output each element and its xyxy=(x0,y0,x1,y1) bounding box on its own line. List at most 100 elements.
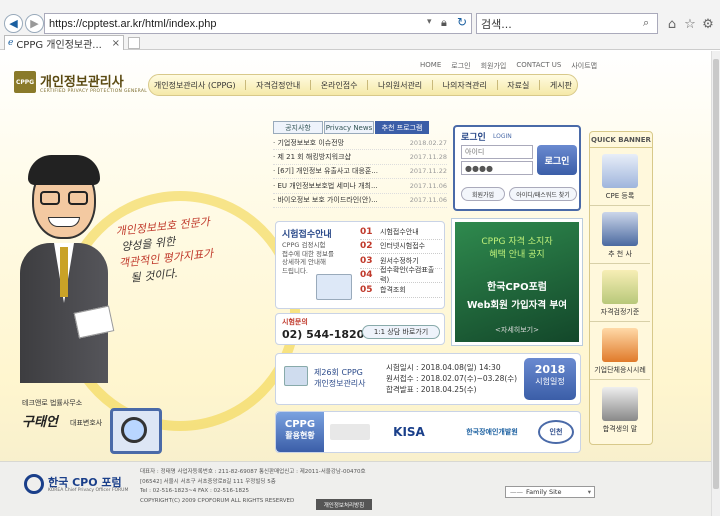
mascot-name: 구태언 xyxy=(22,415,58,430)
gnb-my-qualification[interactable]: 나의자격관리 xyxy=(443,80,487,91)
browser-chrome: ◀ ▶ https://cpptest.ar.kr/html/index.php… xyxy=(0,0,720,51)
quick-cpe-register[interactable]: CPE 등록 xyxy=(590,148,650,206)
partner-logo-disabled-dev[interactable]: 한국장애인개발원 xyxy=(454,423,530,441)
badge-year: 2018 xyxy=(534,363,566,376)
scrollbar-thumb[interactable] xyxy=(713,59,719,489)
badge-text: 시험일정 xyxy=(535,377,565,386)
forward-button[interactable]: ▶ xyxy=(25,14,44,33)
tab-title: CPPG 개인정보관... xyxy=(16,39,102,51)
gnb-divider xyxy=(245,80,247,90)
speaker-person-icon xyxy=(602,212,638,246)
quick-banner: QUICK BANNER CPE 등록 추 천 사 자격검정기준 기업단체응시시… xyxy=(589,131,653,445)
mascot-illustration xyxy=(18,155,115,384)
partner-logo-1[interactable] xyxy=(330,424,370,440)
dash-prefix: —— xyxy=(510,488,523,496)
top-link-contact[interactable]: CONTACT US xyxy=(516,61,561,71)
exam-guide-panel: 시험접수안내 CPPG 검정시험 접수에 대한 정보를 상세하게 안내해 드립니… xyxy=(275,221,445,309)
promo-line-2: 혜택 안내 공지 xyxy=(489,250,545,260)
address-bar[interactable]: https://cpptest.ar.kr/html/index.php ▾ 🔒… xyxy=(44,13,472,34)
browser-search-input[interactable]: 검색... ⌕ xyxy=(476,13,658,34)
gnb-divider xyxy=(539,80,541,90)
list-item[interactable]: 02 인터넷시험접수 xyxy=(360,240,442,254)
inquiry-label: 시험문의 xyxy=(282,318,308,326)
gnb-resources[interactable]: 자료실 xyxy=(507,80,529,91)
join-button[interactable]: 회원가입 xyxy=(461,187,505,201)
top-link-sitemap[interactable]: 사이트맵 xyxy=(571,61,597,71)
quick-recommendation[interactable]: 추 천 사 xyxy=(590,206,650,264)
partner-logo-kisa[interactable]: KISA xyxy=(374,423,444,441)
top-link-login[interactable]: 로그인 xyxy=(451,61,470,71)
list-item[interactable]: · 제 21 회 해킹방지워크샵 2017.11.28 xyxy=(273,150,447,165)
tab-recommended[interactable]: 추천 프로그램 xyxy=(375,121,429,134)
list-item[interactable]: 04 접수확인(수검표출력) xyxy=(360,266,442,284)
list-item[interactable]: · EU 개인정보보호법 세미나 개최... 2017.11.06 xyxy=(273,179,447,194)
url-text: https://cpptest.ar.kr/html/index.php xyxy=(49,17,217,30)
lock-icon[interactable]: 🔒︎ xyxy=(441,16,447,30)
gnb-cppg[interactable]: 개인정보관리사 (CPPG) xyxy=(154,80,236,91)
quick-criteria[interactable]: 자격검정기준 xyxy=(590,264,650,322)
document-pen-icon xyxy=(602,154,638,188)
schedule-rows: 시험일시 : 2018.04.08(일) 14:30 원서접수 : 2018.0… xyxy=(386,362,517,395)
login-id-input[interactable] xyxy=(461,145,533,159)
logo-badge[interactable]: CPPG xyxy=(14,71,36,93)
exam-steps: 01 시험접수안내 02 인터넷시험접수 03 원서수정하기 04 접수확인(수검표출력… xyxy=(360,225,442,298)
quick-testimonials[interactable]: 합격생의 말 xyxy=(590,380,650,438)
gnb-exam-guide[interactable]: 자격검정안내 xyxy=(256,80,300,91)
list-item[interactable]: · 바이오정보 보호 가이드라인(안)... 2017.11.06 xyxy=(273,194,447,208)
settings-gear-icon[interactable]: ⚙ xyxy=(700,16,716,32)
list-item[interactable]: · 기업정보보호 이슈전망 2018.02.27 xyxy=(273,136,447,151)
tab-close-icon[interactable]: × xyxy=(112,38,120,49)
new-tab-button[interactable] xyxy=(128,37,140,49)
login-title-en: LOGIN xyxy=(493,133,512,140)
logo-title[interactable]: 개인정보관리사 xyxy=(40,71,124,90)
promo-line-4: Web회원 가입자격 부여 xyxy=(467,300,567,311)
mascot-role: 대표변호사 xyxy=(70,419,103,427)
top-links: HOME 로그인 회원가입 CONTACT US 사이트맵 xyxy=(420,61,597,71)
top-link-home[interactable]: HOME xyxy=(420,61,441,71)
exam-guide-desc: CPPG 검정시험 접수에 대한 정보를 상세하게 안내해 드립니다. xyxy=(282,241,334,275)
partner-logo-incheon[interactable]: 인천 xyxy=(538,420,574,444)
home-icon[interactable]: ⌂ xyxy=(664,16,680,32)
schedule-row: 시험일시 : 2018.04.08(일) 14:30 xyxy=(386,363,501,372)
dropdown-icon[interactable]: ▾ xyxy=(427,17,432,27)
search-icon[interactable]: ⌕ xyxy=(643,16,649,30)
promo-more-link[interactable]: <자세히보기> xyxy=(455,325,579,335)
gnb-online-apply[interactable]: 온라인접수 xyxy=(321,80,358,91)
gnb-my-application[interactable]: 나의원서관리 xyxy=(378,80,422,91)
promo-line-3: 한국CPO포럼 xyxy=(487,282,547,293)
favorites-star-icon[interactable]: ☆ xyxy=(682,16,698,32)
monitor-icon xyxy=(284,366,308,386)
exam-guide-title[interactable]: 시험접수안내 xyxy=(282,227,332,240)
gnb-board[interactable]: 게시판 xyxy=(550,80,572,91)
vertical-scrollbar[interactable] xyxy=(711,51,720,516)
refresh-icon[interactable]: ↻ xyxy=(457,15,467,29)
login-password-input[interactable]: ●●●● xyxy=(461,161,533,175)
mascot-smile xyxy=(48,217,80,227)
exam-inquiry-panel: 시험문의 02) 544-1820 1:1 상담 바로가기 xyxy=(275,313,445,345)
back-button[interactable]: ◀ xyxy=(4,14,23,33)
top-link-join[interactable]: 회원가입 xyxy=(481,61,507,71)
folder-icon xyxy=(316,274,352,300)
people-group-icon xyxy=(602,328,638,362)
mascot-hair xyxy=(28,155,100,185)
login-button[interactable]: 로그인 xyxy=(537,145,577,175)
family-site-select[interactable]: —— Family Site ▾ xyxy=(505,486,595,498)
cpo-logo-icon xyxy=(24,474,44,494)
schedule-badge[interactable]: 2018 시험일정 xyxy=(524,358,576,400)
privacy-policy-button[interactable]: 개인정보처리방침 xyxy=(316,499,372,510)
logo-subtitle: CERTIFIED PRIVACY PROTECTION GENERAL xyxy=(40,89,148,94)
promo-line-1: CPPG 자격 소지자 xyxy=(481,237,553,247)
browser-tab[interactable]: ℯ CPPG 개인정보관... × xyxy=(4,35,124,51)
list-item[interactable]: 01 시험접수안내 xyxy=(360,225,442,240)
tab-notice[interactable]: 공지사항 xyxy=(273,121,323,134)
tab-privacy-news[interactable]: Privacy News xyxy=(324,121,374,134)
certificate-icon xyxy=(602,387,638,421)
quick-company-cases[interactable]: 기업단체응시시례 xyxy=(590,322,650,380)
find-account-button[interactable]: 아이디/패스워드 찾기 xyxy=(509,187,577,201)
promo-banner[interactable]: CPPG 자격 소지자 혜택 안내 공지 한국CPO포럼 Web회원 가입자격 … xyxy=(452,219,582,345)
consult-button[interactable]: 1:1 상담 바로가기 xyxy=(362,325,440,339)
gnb-divider xyxy=(496,80,498,90)
web-page: HOME 로그인 회원가입 CONTACT US 사이트맵 CPPG 개인정보관… xyxy=(0,51,711,516)
forward-arrow-icon: ▶ xyxy=(30,17,39,30)
list-item[interactable]: · [6기] 개인정보 유출사고 대응훈... 2017.11.22 xyxy=(273,165,447,180)
